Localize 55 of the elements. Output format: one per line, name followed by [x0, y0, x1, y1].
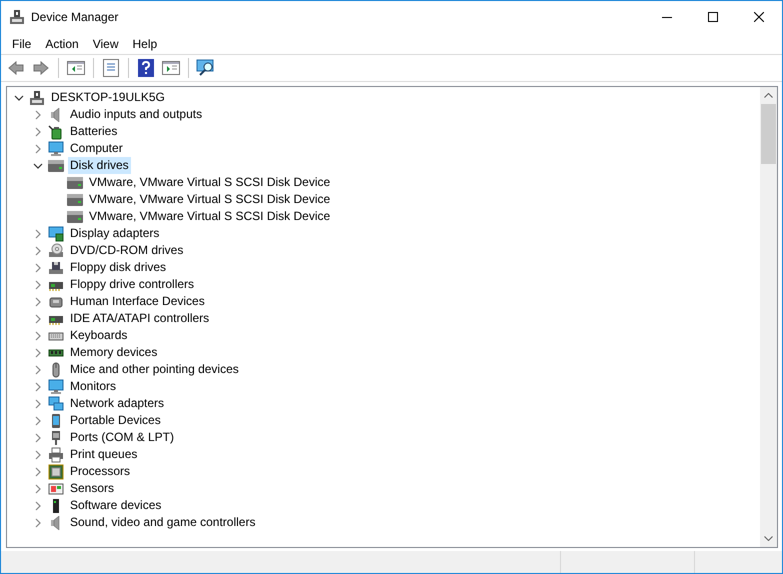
floppy-drive-icon — [48, 260, 64, 276]
scroll-thumb[interactable] — [761, 104, 776, 164]
help-button[interactable] — [135, 57, 157, 79]
scroll-up-icon[interactable] — [764, 93, 773, 98]
disc-icon — [48, 242, 64, 258]
close-icon — [754, 12, 764, 22]
tree-item[interactable]: Print queues — [68, 446, 140, 463]
tree-item[interactable]: Portable Devices — [68, 412, 163, 429]
tree-item[interactable]: Computer — [68, 140, 125, 157]
tree-item[interactable]: Floppy drive controllers — [68, 276, 196, 293]
window-title: Device Manager — [31, 9, 118, 26]
drive-icon — [48, 158, 64, 174]
monitor-icon — [48, 140, 64, 156]
drive-icon — [67, 174, 83, 190]
tree-item[interactable]: Sound, video and game controllers — [68, 514, 258, 531]
printer-icon — [48, 446, 64, 462]
menu-item[interactable]: File — [5, 34, 38, 54]
tree-item[interactable]: Sensors — [68, 480, 116, 497]
monitor-icon — [48, 378, 64, 394]
tree-item[interactable]: Monitors — [68, 378, 118, 395]
network-icon — [48, 396, 64, 412]
tree-item[interactable]: Software devices — [68, 497, 164, 514]
tree-item[interactable]: Processors — [68, 463, 132, 480]
tree-item[interactable]: Human Interface Devices — [68, 293, 207, 310]
tree-item[interactable]: Disk drives — [68, 157, 131, 174]
tree-item[interactable]: VMware, VMware Virtual S SCSI Disk Device — [87, 191, 332, 208]
tree-item[interactable]: DVD/CD-ROM drives — [68, 242, 186, 259]
processor-icon — [48, 464, 64, 480]
tree-item[interactable]: VMware, VMware Virtual S SCSI Disk Device — [87, 208, 332, 225]
properties-button[interactable] — [100, 57, 122, 79]
sensor-icon — [48, 480, 64, 496]
tree-item[interactable]: Ports (COM & LPT) — [68, 429, 176, 446]
tree-item[interactable]: Batteries — [68, 123, 120, 140]
scroll-down-icon[interactable] — [764, 536, 773, 541]
tree-item[interactable]: Mice and other pointing devices — [68, 361, 241, 378]
tree-item[interactable]: Keyboards — [68, 327, 130, 344]
tree-item[interactable]: Display adapters — [68, 225, 162, 242]
tree-item[interactable]: VMware, VMware Virtual S SCSI Disk Device — [87, 174, 332, 191]
computer-icon — [29, 90, 45, 106]
vertical-scrollbar[interactable] — [760, 87, 777, 547]
tree-item[interactable]: Floppy disk drives — [68, 259, 168, 276]
battery-icon — [48, 124, 64, 140]
tree-item[interactable]: Network adapters — [68, 395, 166, 412]
menu-item[interactable]: Action — [38, 34, 86, 54]
tree-item[interactable]: Memory devices — [68, 344, 160, 361]
maximize-icon — [708, 12, 718, 22]
tree-item[interactable]: Audio inputs and outputs — [68, 106, 204, 123]
tree-item[interactable]: IDE ATA/ATAPI controllers — [68, 310, 212, 327]
monitor-icon — [48, 226, 64, 242]
drive-icon — [67, 192, 83, 208]
device-manager-icon — [9, 9, 25, 25]
menu-item[interactable]: Help — [126, 34, 164, 54]
menu-item[interactable]: View — [86, 34, 126, 54]
drive-icon — [67, 208, 83, 224]
tree-item[interactable]: DESKTOP-19ULK5G — [49, 89, 167, 106]
